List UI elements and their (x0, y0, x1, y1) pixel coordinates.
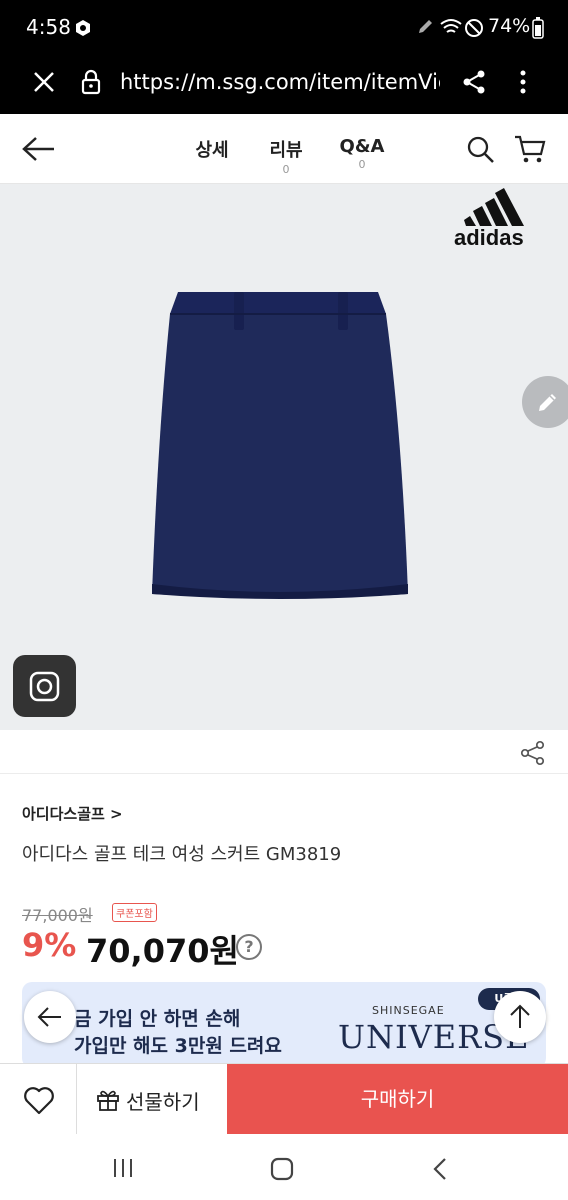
tab-detail-label: 상세 (195, 140, 229, 161)
notification-app-icon (76, 20, 90, 36)
coupon-badge: 쿠폰포함 (112, 903, 157, 922)
heart-icon (24, 1087, 54, 1115)
product-image[interactable]: adidas (0, 184, 568, 730)
search-icon[interactable] (467, 136, 495, 164)
battery-icon (532, 17, 544, 39)
browser-url-bar: https://m.ssg.com/item/itemView (0, 56, 568, 114)
banner-line-2: 가입만 해도 3만원 드려요 (74, 1035, 282, 1057)
scroll-top-button[interactable] (494, 991, 546, 1043)
do-not-disturb-icon (465, 19, 483, 37)
share-icon[interactable] (462, 69, 486, 95)
discount-rate: 9% (22, 926, 77, 964)
pen-icon (419, 20, 432, 33)
share-row (0, 730, 568, 774)
brand-link[interactable]: 아디다스골프 > (22, 803, 123, 824)
lock-icon (81, 69, 101, 95)
arrow-left-icon (37, 1007, 61, 1027)
adidas-logo: adidas (454, 188, 524, 248)
gift-label: 선물하기 (126, 1090, 200, 1114)
buy-button[interactable]: 구매하기 (227, 1064, 568, 1134)
home-icon[interactable] (270, 1157, 294, 1181)
tab-qna-label: Q&A (339, 136, 385, 157)
bottom-action-bar: 선물하기 구매하기 (0, 1063, 568, 1134)
original-price: 77,000원 (22, 906, 93, 925)
gift-icon (97, 1090, 119, 1111)
cart-icon[interactable] (514, 134, 546, 164)
gift-button[interactable]: 선물하기 (77, 1064, 227, 1134)
status-time: 4:58 (26, 15, 71, 39)
battery-level: 74% (488, 15, 531, 37)
url-text[interactable]: https://m.ssg.com/item/itemView (120, 70, 440, 94)
wishlist-button[interactable] (0, 1064, 77, 1134)
close-icon[interactable] (32, 70, 56, 94)
promo-banner[interactable]: 금 가입 안 하면 손해 가입만 해도 3만원 드려요 SHINSEGAE UN… (22, 982, 546, 1068)
tab-review-count: 0 (282, 163, 290, 176)
skirt-image (152, 292, 408, 599)
banner-brand-small: SHINSEGAE (372, 1004, 445, 1017)
app-header: 상세 리뷰 0 Q&A 0 (0, 114, 568, 184)
share-nodes-icon[interactable] (520, 740, 546, 766)
sale-price: 70,070원 (86, 932, 239, 970)
camera-lens-icon (29, 671, 60, 702)
status-bar: 4:58 74% (0, 0, 568, 56)
price-help-icon[interactable]: ? (236, 934, 262, 960)
tab-review-label: 리뷰 (269, 140, 303, 161)
tab-qna[interactable]: Q&A 0 (338, 136, 386, 171)
recent-apps-icon[interactable] (112, 1158, 134, 1178)
image-search-button[interactable] (13, 655, 76, 717)
back-nav-icon[interactable] (432, 1157, 448, 1181)
edit-button[interactable] (522, 376, 568, 428)
product-name: 아디다스 골프 테크 여성 스커트 GM3819 (22, 844, 342, 865)
banner-line-1: 금 가입 안 하면 손해 (74, 1008, 241, 1030)
system-nav-bar (0, 1134, 568, 1200)
tab-review[interactable]: 리뷰 0 (266, 136, 306, 176)
tab-qna-count: 0 (358, 158, 366, 171)
edit-pencil-icon (539, 394, 556, 411)
arrow-up-icon (510, 1004, 530, 1028)
back-arrow-icon[interactable] (22, 136, 56, 162)
tab-detail[interactable]: 상세 (192, 136, 232, 162)
adidas-logo-text: adidas (454, 225, 524, 248)
more-vert-icon[interactable] (518, 70, 528, 96)
wifi-icon (440, 19, 462, 33)
banner-prev-button[interactable] (24, 991, 76, 1043)
